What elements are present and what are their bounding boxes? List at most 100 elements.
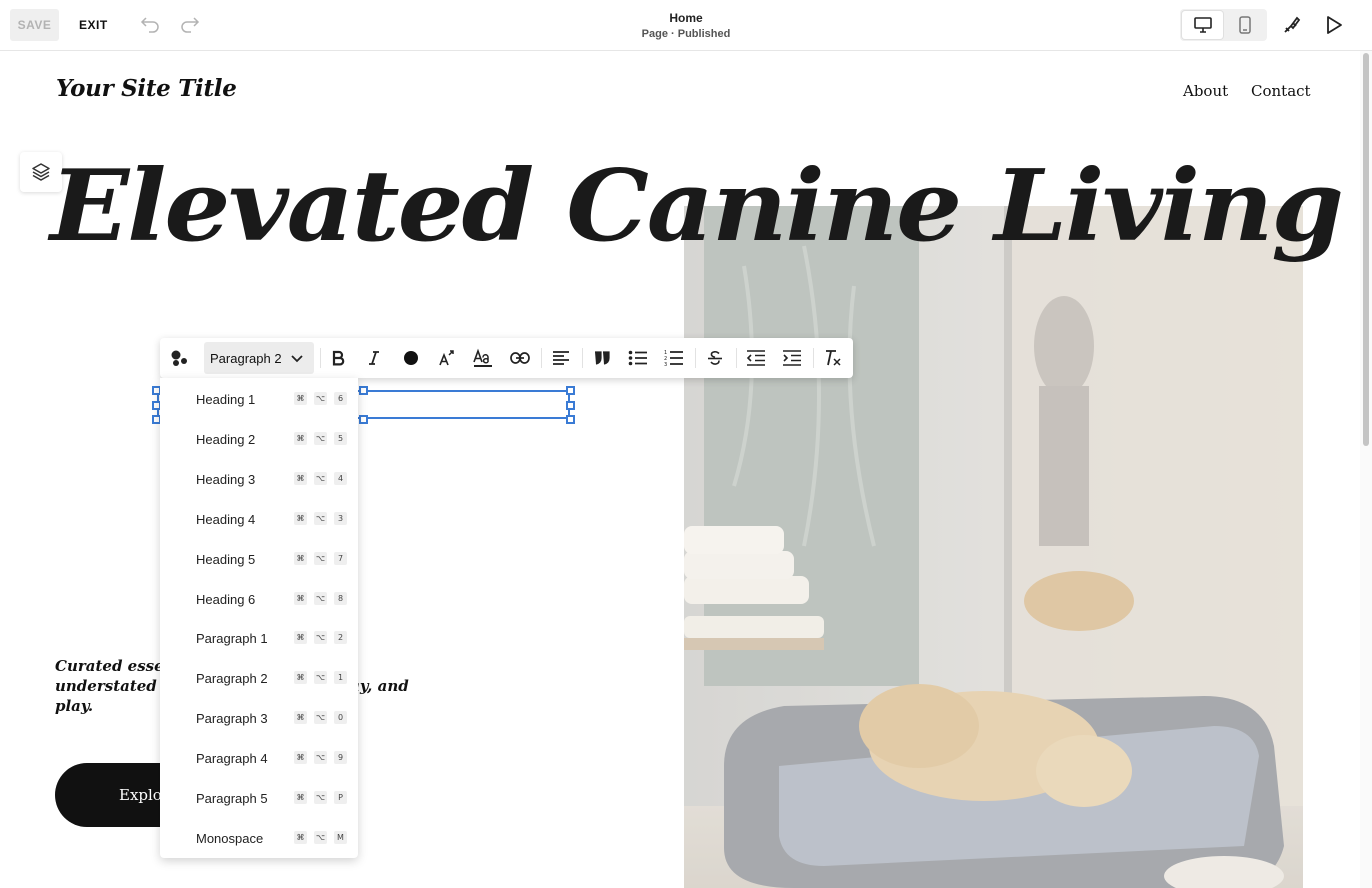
shortcut-key: ⌘ — [294, 591, 307, 605]
site-title[interactable]: Your Site Title — [56, 75, 237, 102]
dropdown-item-paragraph-5[interactable]: Paragraph 5 ⌘ ⌥ P — [160, 778, 358, 818]
align-button[interactable] — [549, 346, 573, 370]
text-aa-icon — [473, 348, 492, 367]
font-size-button[interactable] — [471, 346, 495, 370]
bullet-list-button[interactable] — [626, 346, 650, 370]
hero-title[interactable]: Elevated Canine Living — [50, 149, 1344, 264]
toolbar-divider — [320, 348, 321, 368]
subtitle-fragment: play. — [55, 697, 94, 715]
shortcut-key: 7 — [334, 551, 347, 565]
shortcut-key: ⌥ — [314, 791, 327, 804]
shortcut-key: 2 — [334, 631, 347, 645]
clear-format-icon — [826, 350, 841, 366]
indent-icon — [783, 350, 801, 366]
resize-handle[interactable] — [566, 401, 575, 410]
canvas-scrollbar[interactable] — [1360, 51, 1372, 888]
numbered-list-button[interactable]: 123 — [662, 346, 686, 370]
dropdown-item-label: Paragraph 3 — [196, 711, 268, 727]
strikethrough-icon — [708, 350, 722, 365]
svg-text:3: 3 — [664, 362, 667, 367]
outdent-button[interactable] — [744, 346, 768, 370]
superscript-icon — [439, 350, 454, 366]
redo-icon[interactable] — [178, 13, 202, 37]
desktop-icon — [1193, 17, 1212, 33]
text-format-toolbar: Paragraph 2 123 — [160, 338, 853, 378]
dropdown-item-heading-5[interactable]: Heading 5 ⌘ ⌥ 7 — [160, 539, 358, 579]
shortcut-key: ⌘ — [294, 751, 307, 765]
toolbar-divider — [695, 348, 696, 368]
shortcut-key: ⌥ — [314, 392, 327, 405]
indent-button[interactable] — [780, 346, 804, 370]
shortcut-key: ⌥ — [314, 551, 327, 565]
mobile-view-button[interactable] — [1224, 11, 1265, 39]
shortcut-key: ⌥ — [314, 591, 327, 605]
italic-button[interactable] — [362, 346, 386, 370]
shortcut-key: ⌘ — [294, 791, 307, 804]
dropdown-item-paragraph-1[interactable]: Paragraph 1 ⌘ ⌥ 2 — [160, 618, 358, 658]
nav-link-about[interactable]: About — [1183, 82, 1228, 100]
shortcut-key: 6 — [334, 392, 347, 405]
save-button[interactable]: SAVE — [10, 9, 59, 41]
subtitle-fragment: understated — [55, 677, 157, 695]
desktop-view-button[interactable] — [1182, 11, 1223, 39]
dropdown-item-heading-4[interactable]: Heading 4 ⌘ ⌥ 3 — [160, 499, 358, 539]
palette-dots-icon — [171, 350, 187, 366]
shortcut-key: 9 — [334, 751, 347, 765]
resize-handle[interactable] — [359, 386, 368, 395]
undo-icon[interactable] — [138, 13, 162, 37]
align-left-icon — [553, 351, 569, 365]
nav-link-contact[interactable]: Contact — [1251, 82, 1311, 100]
shortcut-key: 1 — [334, 671, 347, 685]
dropdown-item-heading-6[interactable]: Heading 6 ⌘ ⌥ 8 — [160, 579, 358, 619]
resize-handle[interactable] — [566, 415, 575, 424]
color-palette-button[interactable] — [167, 346, 191, 370]
shortcut-key: ⌘ — [294, 551, 307, 565]
dropdown-item-heading-3[interactable]: Heading 3 ⌘ ⌥ 4 — [160, 459, 358, 499]
shortcut-key: ⌘ — [294, 830, 307, 844]
exit-button[interactable]: EXIT — [71, 9, 116, 41]
text-style-select[interactable]: Paragraph 2 — [204, 342, 314, 374]
shortcut-key: 3 — [334, 511, 347, 525]
bullet-list-icon — [628, 350, 647, 366]
preview-button[interactable] — [1322, 13, 1346, 37]
dropdown-item-label: Heading 2 — [196, 431, 256, 447]
dropdown-item-heading-1[interactable]: Heading 1 ⌘ ⌥ 6 — [160, 379, 358, 419]
shortcut-key: 4 — [334, 471, 347, 485]
text-style-dropdown: Heading 1 ⌘ ⌥ 6 Heading 2 ⌘ ⌥ 5 Heading 3 ⌘ ⌥ 4 Head… — [160, 378, 358, 858]
dropdown-item-paragraph-3[interactable]: Paragraph 3 ⌘ ⌥ 0 — [160, 698, 358, 738]
toolbar-divider — [813, 348, 814, 368]
page-title[interactable]: Home — [586, 11, 786, 25]
hero-image[interactable] — [684, 206, 1303, 888]
strikethrough-button[interactable] — [703, 346, 727, 370]
dropdown-item-paragraph-2[interactable]: Paragraph 2 ⌘ ⌥ 1 — [160, 658, 358, 698]
superscript-button[interactable] — [435, 346, 459, 370]
dropdown-item-paragraph-4[interactable]: Paragraph 4 ⌘ ⌥ 9 — [160, 738, 358, 778]
resize-handle[interactable] — [566, 386, 575, 395]
link-button[interactable] — [508, 346, 532, 370]
shortcut-key: ⌘ — [294, 631, 307, 645]
site-styles-button[interactable] — [1280, 13, 1304, 37]
scrollbar-thumb[interactable] — [1363, 53, 1369, 446]
dropdown-item-label: Heading 6 — [196, 591, 256, 607]
toolbar-divider — [736, 348, 737, 368]
resize-handle[interactable] — [359, 415, 368, 424]
dropdown-item-label: Paragraph 5 — [196, 791, 268, 806]
outdent-icon — [746, 350, 765, 366]
blockquote-button[interactable] — [590, 346, 614, 370]
italic-icon — [369, 351, 379, 365]
shortcut-key: ⌥ — [314, 711, 327, 725]
dropdown-item-monospace[interactable]: Monospace ⌘ ⌥ M — [160, 818, 358, 858]
dropdown-item-label: Heading 1 — [196, 392, 256, 407]
dropdown-item-label: Paragraph 4 — [196, 751, 268, 767]
shortcut-key: 8 — [334, 591, 347, 605]
clear-formatting-button[interactable] — [821, 346, 845, 370]
mobile-icon — [1238, 16, 1251, 34]
shortcut-key: ⌘ — [294, 511, 307, 525]
quote-icon — [595, 351, 610, 365]
text-color-button[interactable] — [399, 346, 423, 370]
bold-button[interactable] — [326, 346, 350, 370]
shortcut-key: ⌥ — [314, 471, 327, 485]
numbered-list-icon: 123 — [664, 350, 683, 367]
dropdown-item-heading-2[interactable]: Heading 2 ⌘ ⌥ 5 — [160, 419, 358, 459]
shortcut-key: ⌘ — [294, 671, 307, 685]
